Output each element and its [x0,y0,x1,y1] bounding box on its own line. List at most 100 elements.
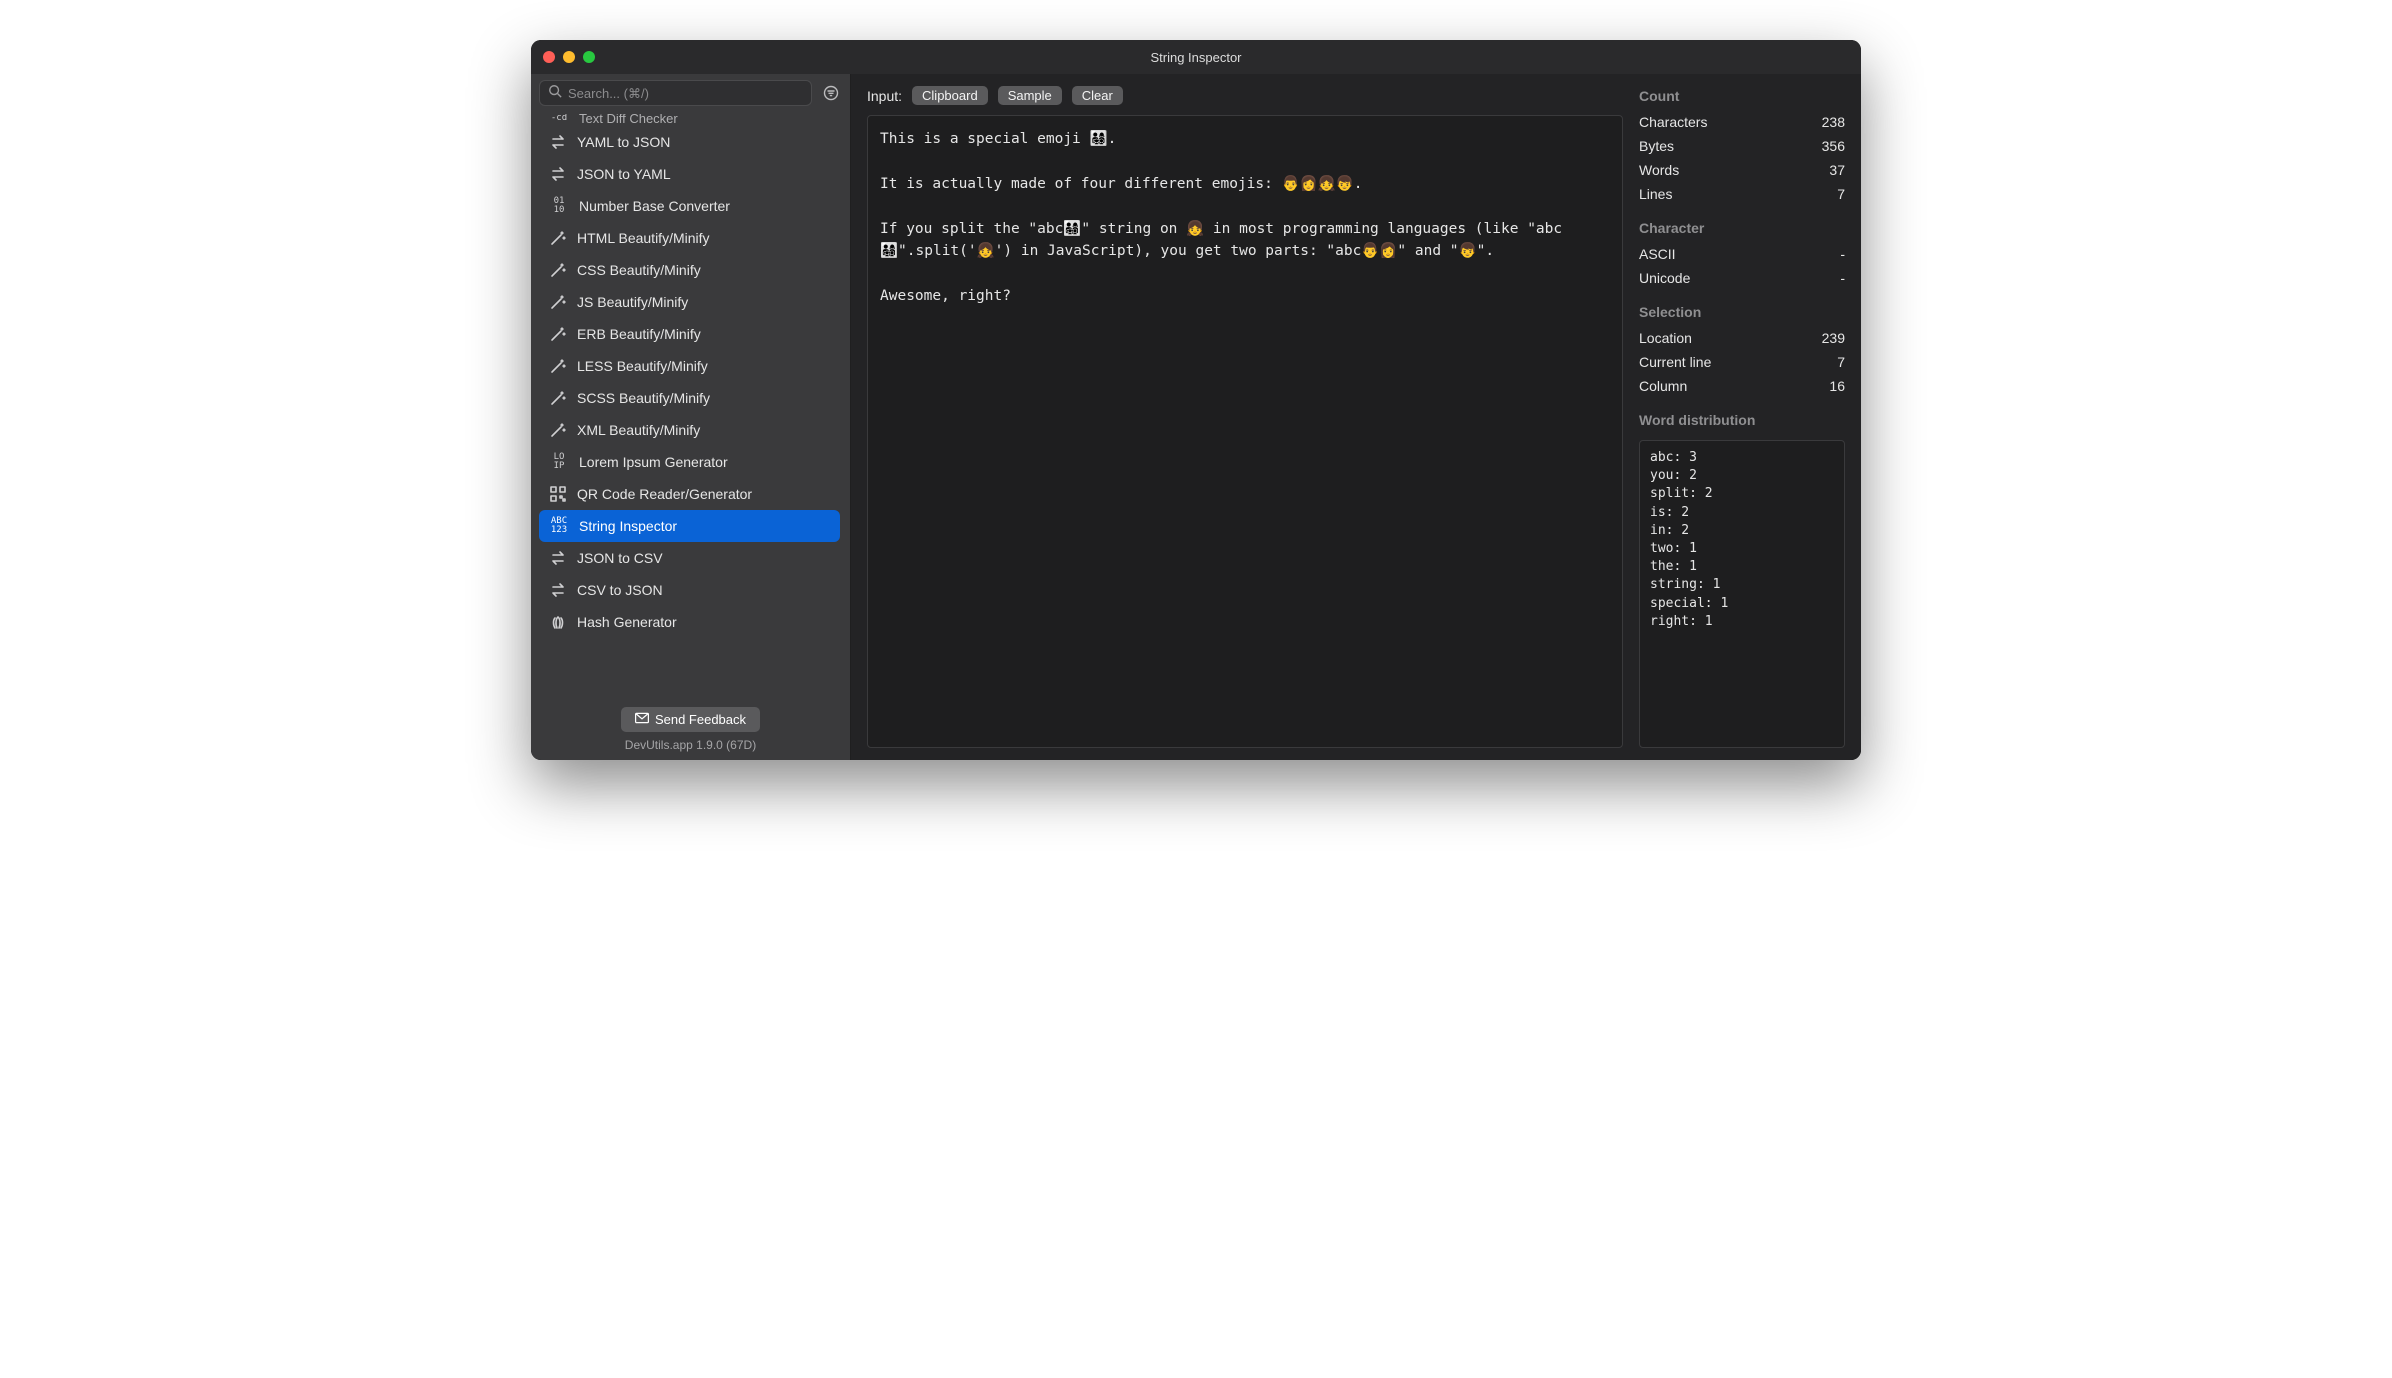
wand-icon [549,421,567,439]
app-version: DevUtils.app 1.9.0 (67D) [625,738,756,752]
stat-location: Location 239 [1639,328,1845,348]
stat-value: 239 [1822,330,1845,346]
sidebar-item-json-to-csv[interactable]: JSON to CSV [539,542,840,574]
editor-container: This is a special emoji 👨‍👩‍👧‍👦. It is a… [867,115,1623,748]
app-window: String Inspector -cd Text Diff Checker [531,40,1861,760]
word-distribution-box[interactable]: abc: 3you: 2split: 2is: 2in: 2two: 1the:… [1639,440,1845,748]
sidebar-item-text-diff-partial[interactable]: -cd Text Diff Checker [539,114,840,126]
text-editor[interactable]: This is a special emoji 👨‍👩‍👧‍👦. It is a… [880,128,1618,735]
window-title: String Inspector [531,50,1861,65]
minimize-window-button[interactable] [563,51,575,63]
stat-label: Lines [1639,186,1672,202]
sidebar-item-label: XML Beautify/Minify [577,422,700,438]
sidebar-item-label: JS Beautify/Minify [577,294,688,310]
stat-value: 7 [1837,354,1845,370]
stat-label: Column [1639,378,1687,394]
sidebar-item-erb-beautify[interactable]: ERB Beautify/Minify [539,318,840,350]
stat-label: Current line [1639,354,1711,370]
input-toolbar: Input: Clipboard Sample Clear [867,86,1623,105]
word-dist-row: two: 1 [1650,540,1840,558]
swap-icon [549,549,567,567]
sidebar-item-string-insp[interactable]: ABC123 String Inspector [539,510,840,542]
qr-icon [549,485,567,503]
finger-icon [549,613,567,631]
sidebar-item-label: JSON to YAML [577,166,671,182]
stat-label: ASCII [1639,246,1676,262]
sidebar-item-json-to-yaml[interactable]: JSON to YAML [539,158,840,190]
stat-value: - [1840,246,1845,262]
stat-bytes: Bytes 356 [1639,136,1845,156]
sidebar-item-label: String Inspector [579,518,677,534]
stat-current-line: Current line 7 [1639,352,1845,372]
titlebar: String Inspector [531,40,1861,74]
editor-pane: Input: Clipboard Sample Clear This is a … [851,74,1623,760]
count-header: Count [1639,88,1845,104]
sidebar-item-less-beautify[interactable]: LESS Beautify/Minify [539,350,840,382]
wand-icon [549,357,567,375]
stat-value: 37 [1829,162,1845,178]
search-icon [548,84,562,103]
send-feedback-button[interactable]: Send Feedback [621,707,760,732]
stat-ascii: ASCII - [1639,244,1845,264]
stat-label: Location [1639,330,1692,346]
stat-label: Characters [1639,114,1707,130]
sidebar-item-csv-to-json[interactable]: CSV to JSON [539,574,840,606]
sidebar-item-label: Number Base Converter [579,198,730,214]
sample-button[interactable]: Sample [998,86,1062,105]
close-window-button[interactable] [543,51,555,63]
wand-icon [549,389,567,407]
stat-label: Words [1639,162,1679,178]
stats-pane: Count Characters 238 Bytes 356 Words 37 … [1623,74,1861,760]
search-input[interactable] [568,86,803,101]
stat-column: Column 16 [1639,376,1845,396]
stat-words: Words 37 [1639,160,1845,180]
sidebar-item-qr[interactable]: QR Code Reader/Generator [539,478,840,510]
abc-icon: ABC123 [549,517,569,535]
sidebar-item-hash[interactable]: Hash Generator [539,606,840,638]
diff-icon: -cd [549,114,569,127]
sidebar-item-label: LESS Beautify/Minify [577,358,708,374]
zoom-window-button[interactable] [583,51,595,63]
stat-unicode: Unicode - [1639,268,1845,288]
wand-icon [549,325,567,343]
sidebar-item-label: YAML to JSON [577,134,670,150]
wand-icon [549,261,567,279]
sidebar-item-label: Hash Generator [577,614,677,630]
clear-button[interactable]: Clear [1072,86,1123,105]
word-dist-header: Word distribution [1639,412,1845,428]
sidebar-item-label: Lorem Ipsum Generator [579,454,728,470]
word-dist-row: the: 1 [1650,558,1840,576]
sidebar-item-number-base[interactable]: 0110 Number Base Converter [539,190,840,222]
stat-value: 7 [1837,186,1845,202]
swap-icon [549,165,567,183]
stat-value: 16 [1829,378,1845,394]
sidebar-item-label: CSS Beautify/Minify [577,262,701,278]
stat-lines: Lines 7 [1639,184,1845,204]
word-dist-row: special: 1 [1650,595,1840,613]
sidebar-item-xml-beautify[interactable]: XML Beautify/Minify [539,414,840,446]
sidebar-item-label: JSON to CSV [577,550,663,566]
tool-list[interactable]: -cd Text Diff Checker YAML to JSON JSON t… [539,114,842,697]
stat-value: - [1840,270,1845,286]
clipboard-button[interactable]: Clipboard [912,86,988,105]
send-feedback-label: Send Feedback [655,712,746,727]
sidebar-item-lorem-ipsum[interactable]: LOIP Lorem Ipsum Generator [539,446,840,478]
sidebar-item-label: Text Diff Checker [579,114,678,126]
word-dist-row: right: 1 [1650,613,1840,631]
wand-icon [549,229,567,247]
sidebar-item-css-beautify[interactable]: CSS Beautify/Minify [539,254,840,286]
sidebar-item-yaml-to-json[interactable]: YAML to JSON [539,126,840,158]
sidebar-item-label: CSV to JSON [577,582,663,598]
sidebar-item-scss-beautify[interactable]: SCSS Beautify/Minify [539,382,840,414]
search-field-wrap[interactable] [539,80,812,106]
sidebar-item-html-beautify[interactable]: HTML Beautify/Minify [539,222,840,254]
mail-icon [635,711,649,728]
lorem-icon: LOIP [549,453,569,471]
sidebar-item-label: SCSS Beautify/Minify [577,390,710,406]
bits-icon: 0110 [549,197,569,215]
filter-button[interactable] [820,82,842,104]
word-dist-row: string: 1 [1650,576,1840,594]
stat-value: 356 [1822,138,1845,154]
sidebar-item-js-beautify[interactable]: JS Beautify/Minify [539,286,840,318]
sidebar-item-label: ERB Beautify/Minify [577,326,701,342]
